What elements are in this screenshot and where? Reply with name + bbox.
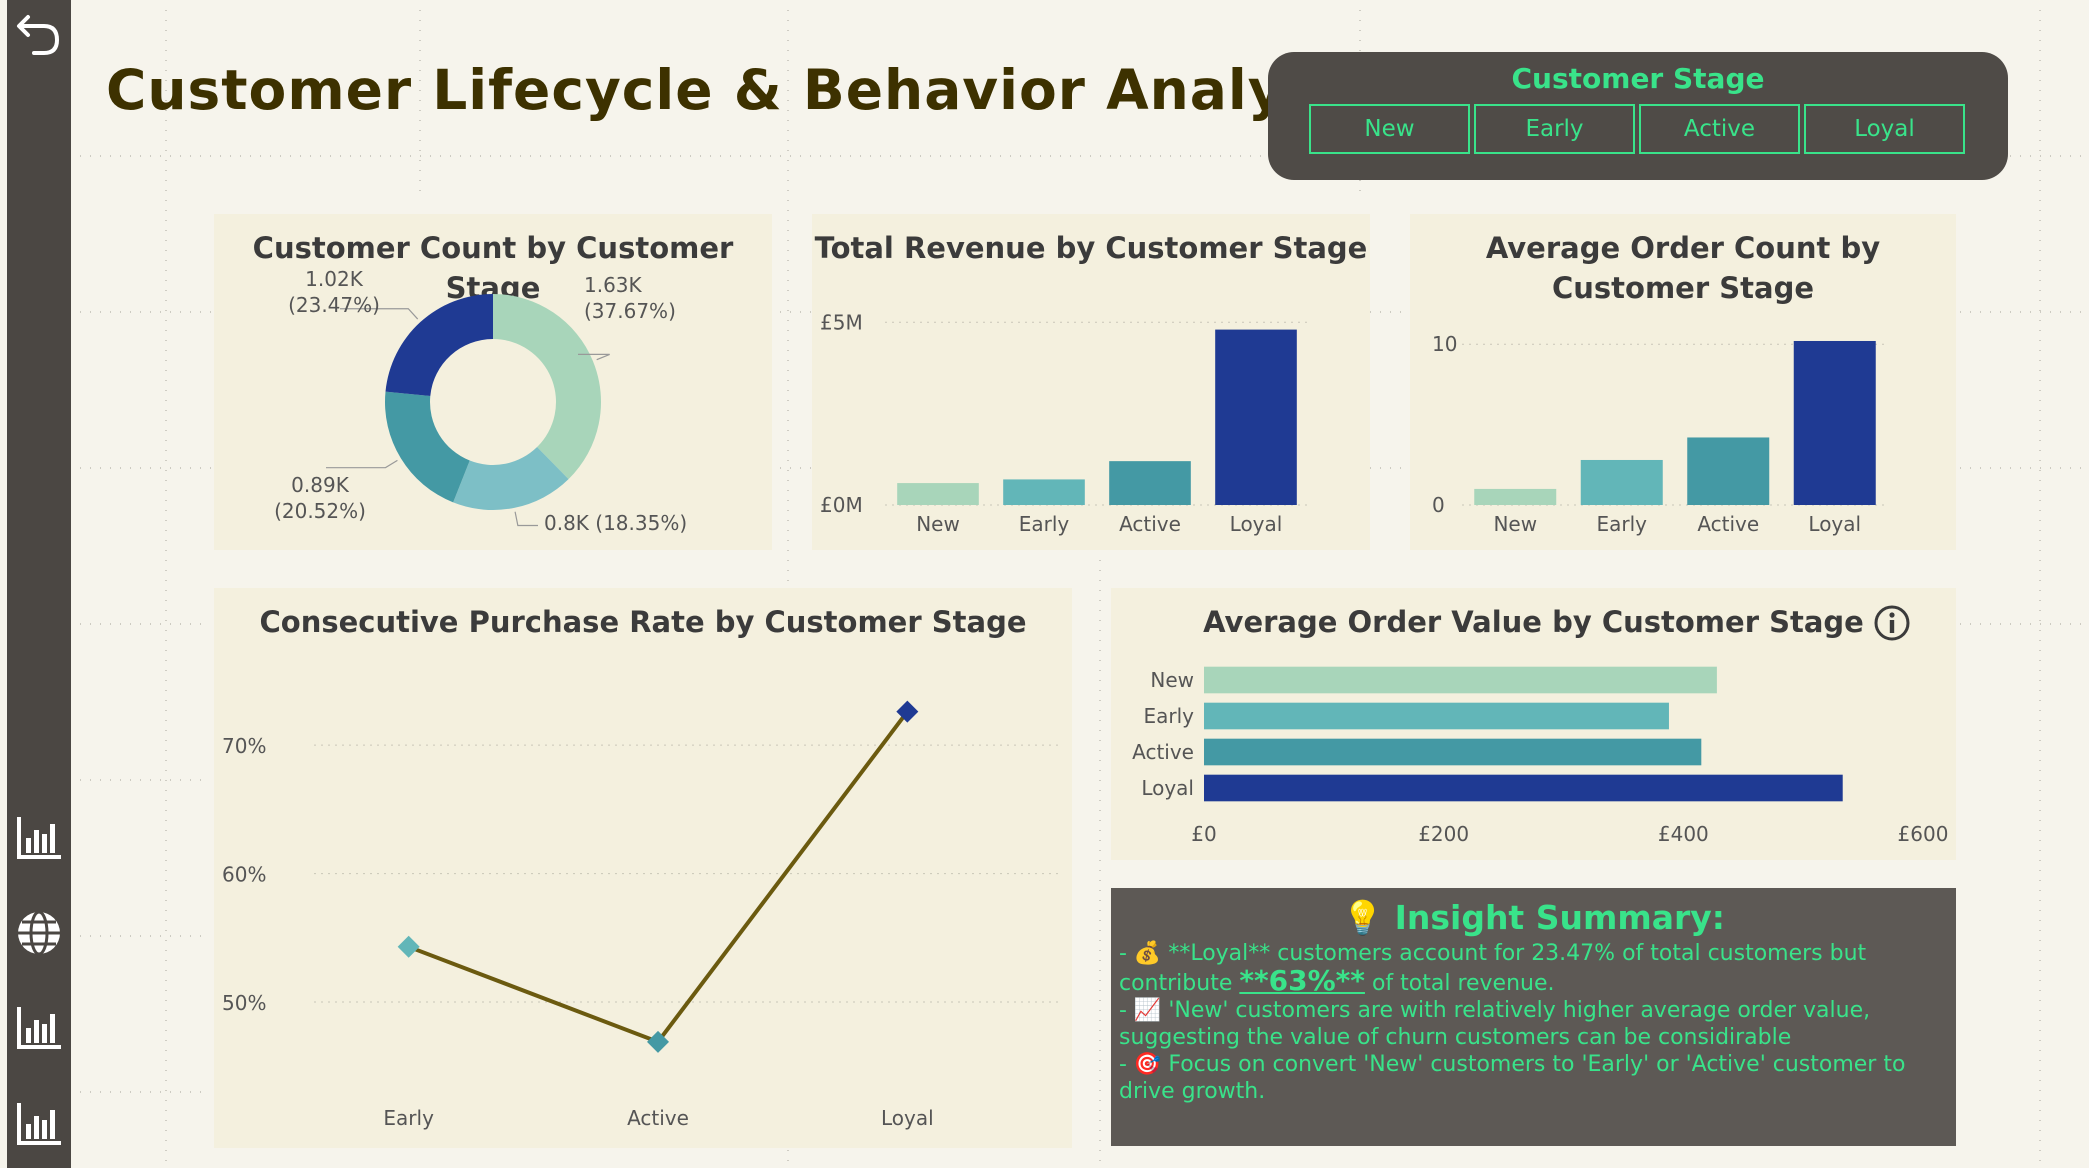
y-tick-label: 50% [222,991,266,1015]
total-revenue-card: Total Revenue by Customer Stage £0M £5M Ne… [812,214,1370,550]
leader-line [326,459,398,469]
average-order-value-card: Average Order Value by Customer Stage £0… [1111,588,1956,860]
y-tick-label: Early [1143,704,1194,728]
consecutive-purchase-card: Consecutive Purchase Rate by Customer St… [214,588,1072,1148]
leader-line [514,511,538,527]
x-tick-label: £600 [1898,822,1949,846]
bar [1204,738,1702,766]
bar-chart-icon[interactable] [14,812,64,862]
page-title: Customer Lifecycle & Behavior Analysis [106,58,1372,122]
x-tick-label: Active [1119,512,1181,536]
insight-line-2: - 📈 'New' customers are with relatively … [1119,998,1871,1050]
insight-highlight: **63%** [1239,964,1365,997]
data-point [397,935,420,958]
x-tick-label: New [1493,512,1537,536]
x-tick-label: Early [1019,512,1070,536]
insight-line-1: - 💰 **Loyal** customers account for 23.4… [1119,941,1867,997]
globe-icon[interactable] [14,908,64,958]
y-tick-label: 10 [1432,332,1457,356]
y-tick-label: 60% [222,863,266,887]
data-label: (37.67%) [584,299,676,323]
revenue-bar-chart: £0M £5M New Early Active Loyal [820,310,1309,536]
data-label: (20.52%) [274,499,366,523]
donut-slice [385,391,470,503]
sidebar [7,0,71,1168]
x-tick-label: Early [383,1106,434,1130]
bar [1109,461,1191,505]
y-tick-label: £0M [820,493,863,517]
bar-chart-icon[interactable] [14,1002,64,1052]
x-tick-label: Loyal [1230,512,1283,536]
data-label: 1.63K [584,273,643,297]
slicer-option-early[interactable]: Early [1474,104,1635,154]
x-tick-label: Active [1697,512,1759,536]
y-tick-label: 70% [222,734,266,758]
y-tick-label: 0 [1432,493,1445,517]
slicer-option-active[interactable]: Active [1639,104,1800,154]
x-tick-label: £0 [1191,822,1216,846]
insight-summary: 💡 Insight Summary: - 💰 **Loyal** custome… [1111,888,1956,1146]
insight-title: 💡 Insight Summary: [1342,898,1725,937]
y-tick-label: Loyal [1141,776,1194,800]
series-line [407,710,909,1045]
x-tick-label: Loyal [881,1106,934,1130]
bar [1793,340,1876,505]
order-count-bar-chart: 0 10 New Early Active Loyal [1432,332,1888,536]
purchase-rate-line-chart: 50% 60% 70% Early Active Loyal [222,700,1062,1130]
bar [1580,459,1663,505]
customer-stage-slicer: Customer Stage New Early Active Loyal [1268,52,2008,180]
data-label: (23.47%) [288,293,380,317]
donut-chart: 1.63K(37.67%) 0.8K (18.35%) 0.89K(20.52%) 1… [274,267,687,535]
customer-count-card: Customer Count by Customer Stage 1.63K (3… [214,214,772,550]
x-tick-label: Loyal [1808,512,1861,536]
insight-line-3: - 🎯 Focus on convert 'New' customers to … [1119,1052,1906,1104]
x-tick-label: £200 [1418,822,1469,846]
slicer-option-loyal[interactable]: Loyal [1804,104,1965,154]
bar [1474,488,1557,505]
x-tick-label: New [916,512,960,536]
bar [1215,329,1297,505]
bar-chart-icon[interactable] [14,1098,64,1148]
y-tick-label: New [1150,668,1194,692]
average-order-count-card: Average Order Count by Customer Stage 01… [1410,214,1956,550]
y-tick-label: Active [1132,740,1194,764]
slicer-option-new[interactable]: New [1309,104,1470,154]
bar [1003,479,1085,505]
back-arrow-icon[interactable] [14,8,64,58]
x-tick-label: £400 [1658,822,1709,846]
data-label: 0.89K [291,473,350,497]
bar [1687,437,1770,505]
x-tick-label: Active [627,1106,689,1130]
bar [897,483,979,505]
bar [1204,666,1717,694]
bar [1204,702,1669,730]
bar [1204,774,1843,802]
order-value-bar-chart: £0 £200 £400 £600 New Early Active Loyal [1132,666,1949,846]
data-label: 1.02K [305,267,364,291]
x-tick-label: Early [1596,512,1647,536]
data-label: 0.8K (18.35%) [544,511,687,535]
y-tick-label: £5M [820,310,863,334]
slicer-title: Customer Stage [1511,62,1765,95]
